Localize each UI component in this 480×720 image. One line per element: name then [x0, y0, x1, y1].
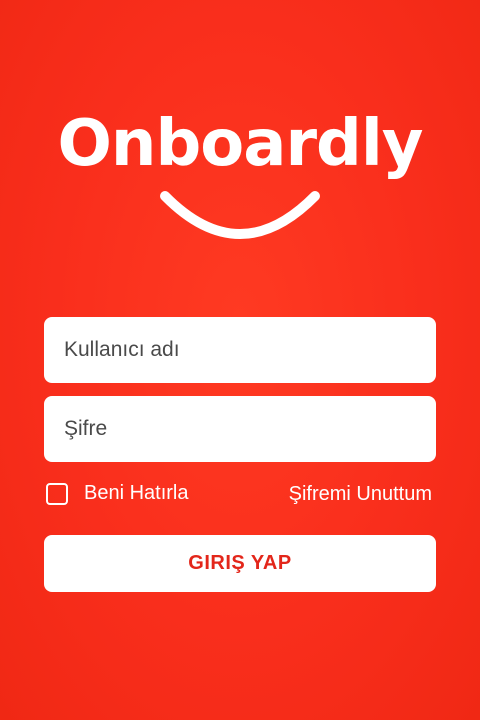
forgot-password-link[interactable]: Şifremi Unuttum: [289, 482, 432, 506]
remember-me[interactable]: Beni Hatırla: [46, 482, 189, 505]
checkbox-icon[interactable]: [46, 482, 68, 505]
app-logo: Onboardly: [57, 107, 424, 181]
remember-me-label: Beni Hatırla: [84, 482, 189, 504]
smile-icon: [160, 191, 320, 239]
username-placeholder: Kullanıcı adı: [64, 338, 180, 361]
login-screen: Onboardly Kullanıcı adı Şifre Beni Hatır…: [0, 0, 480, 720]
login-button[interactable]: GIRIŞ YAP: [44, 535, 436, 592]
password-input[interactable]: Şifre: [44, 396, 436, 462]
username-input[interactable]: Kullanıcı adı: [44, 317, 436, 383]
login-button-label: GIRIŞ YAP: [188, 552, 292, 574]
password-placeholder: Şifre: [64, 417, 108, 440]
